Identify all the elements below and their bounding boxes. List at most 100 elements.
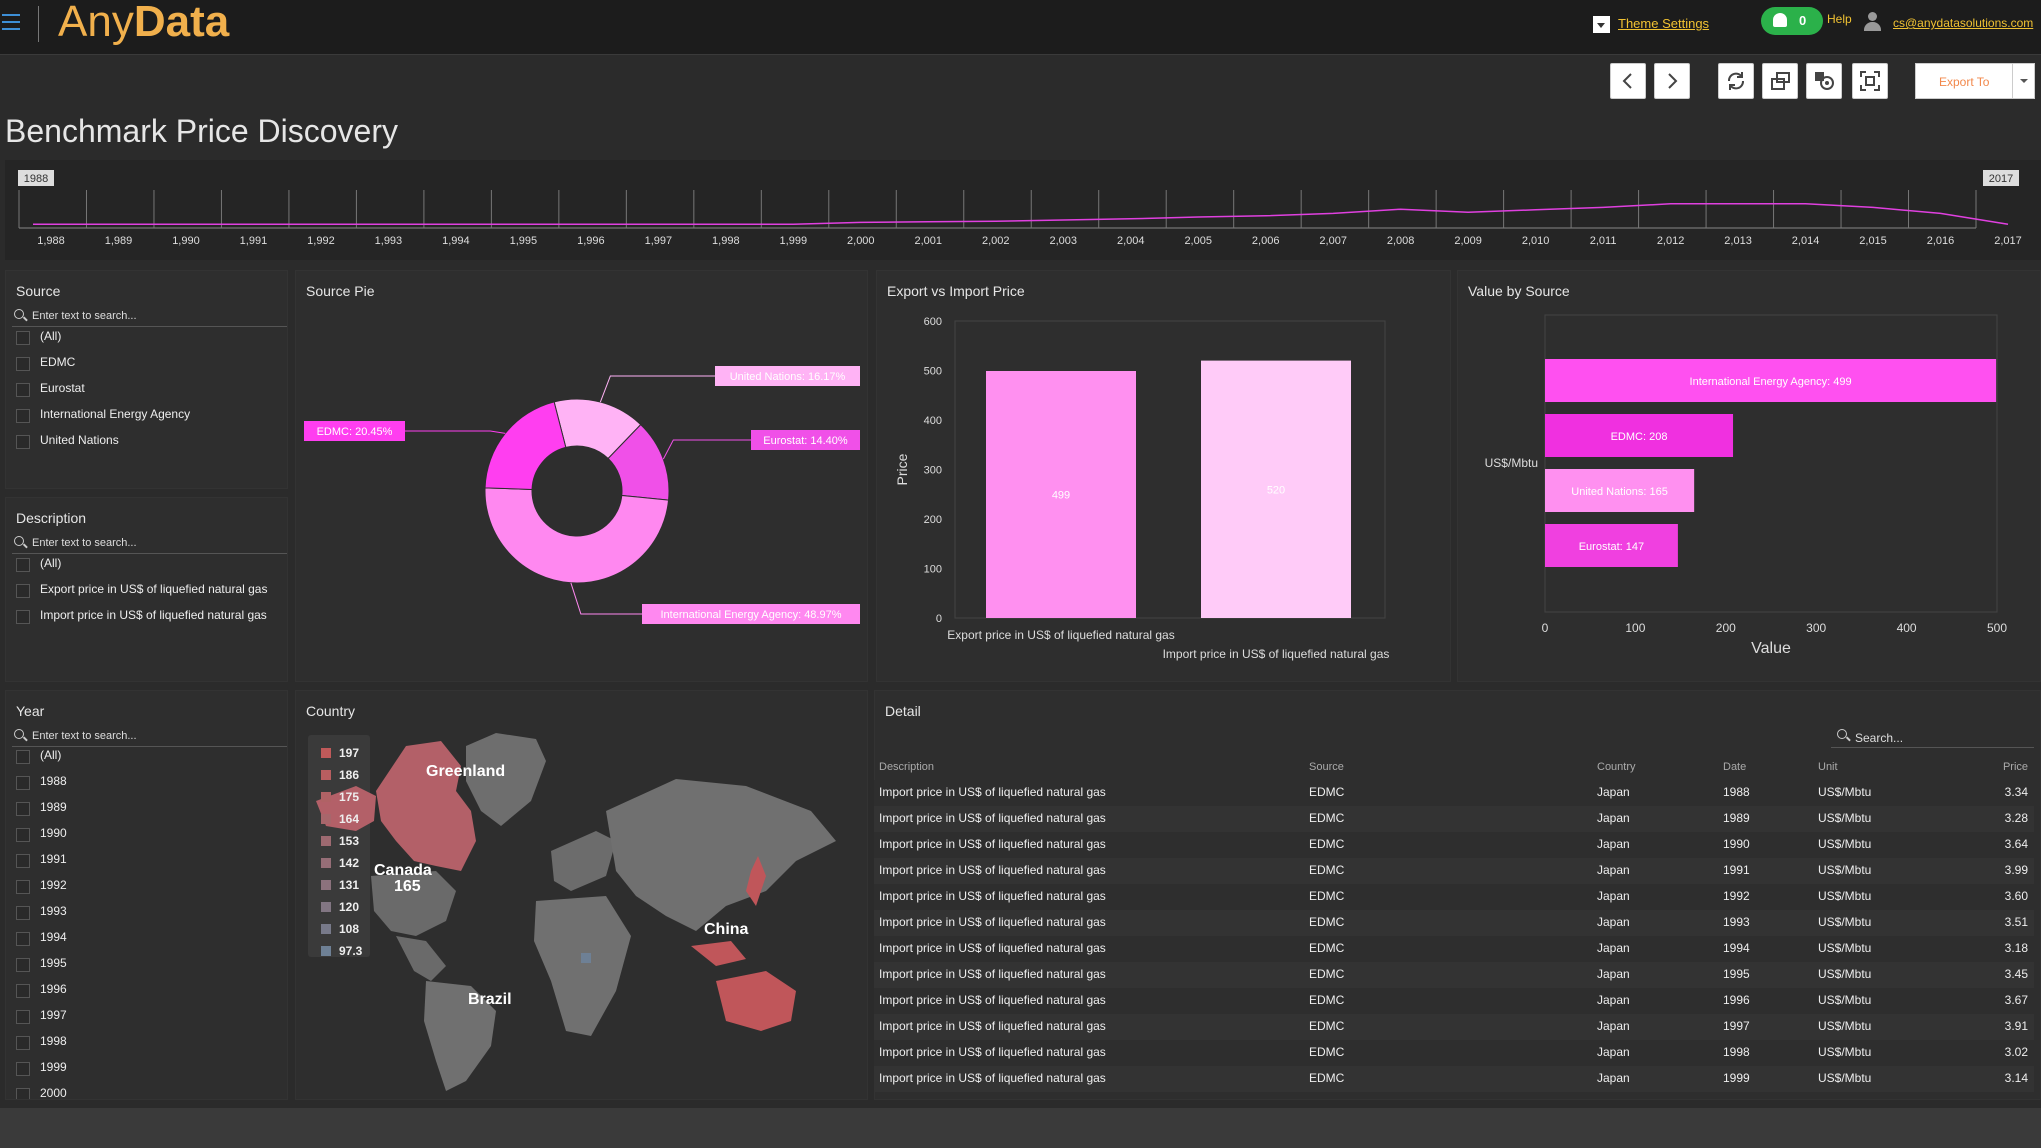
column-header-date[interactable]: Date [1723,761,1746,773]
pie-slice[interactable] [484,487,670,584]
year-filter-item[interactable]: 1993 [16,902,286,920]
africa-shape[interactable] [534,896,631,1036]
user-email-link[interactable]: cs@anydatasolutions.com [1893,16,2033,30]
equatorial-guinea-shape[interactable] [581,953,591,963]
description-filter-item[interactable]: Import price in US$ of liquefied natural… [16,606,286,624]
map-legend-item: 164 [321,812,359,826]
year-filter-item[interactable]: 1996 [16,980,286,998]
notifications-button[interactable]: 0 [1761,7,1823,35]
back-button[interactable] [1610,63,1646,99]
source-filter-item[interactable]: (All) [16,327,286,345]
year-filter-checkbox[interactable] [16,906,30,920]
settings-button[interactable] [1806,63,1842,99]
year-filter-checkbox[interactable] [16,880,30,894]
year-filter-item[interactable]: 1995 [16,954,286,972]
year-filter-checkbox[interactable] [16,802,30,816]
source-filter-checkbox[interactable] [16,331,30,345]
year-timeline[interactable]: 1,988 1,989 1,990 1,991 1,992 1,993 1,994 1,995… [5,160,2041,260]
year-filter-item[interactable]: 1999 [16,1058,286,1076]
table-row[interactable]: Import price in US$ of liquefied natural… [874,910,2034,936]
export-dropdown-icon[interactable] [2012,64,2035,98]
table-row[interactable]: Import price in US$ of liquefied natural… [874,806,2034,832]
table-row[interactable]: Import price in US$ of liquefied natural… [874,988,2034,1014]
pie-slice[interactable] [484,401,567,490]
source-filter-item[interactable]: Eurostat [16,379,286,397]
refresh-button[interactable] [1718,63,1754,99]
year-filter-item[interactable]: 1988 [16,772,286,790]
table-row[interactable]: Import price in US$ of liquefied natural… [874,936,2034,962]
source-filter-item[interactable]: United Nations [16,431,286,449]
column-header-price[interactable]: Price [2003,761,2028,773]
asia-shape[interactable] [606,779,836,931]
source-filter-item[interactable]: International Energy Agency [16,405,286,423]
forward-button[interactable] [1654,63,1690,99]
year-filter-checkbox[interactable] [16,776,30,790]
mexico-shape[interactable] [396,936,446,981]
year-search-input[interactable]: Enter text to search... [12,727,287,747]
column-header-description[interactable]: Description [879,761,934,773]
export-to-button[interactable]: Export To [1915,63,2035,99]
theme-settings-link[interactable]: Theme Settings [1618,16,1709,31]
table-row[interactable]: Import price in US$ of liquefied natural… [874,1014,2034,1040]
table-row[interactable]: Import price in US$ of liquefied natural… [874,832,2034,858]
year-filter-checkbox[interactable] [16,750,30,764]
canada-shape[interactable] [376,741,476,871]
australia-shape[interactable] [716,971,796,1031]
year-filter-item[interactable]: 1991 [16,850,286,868]
table-row[interactable]: Import price in US$ of liquefied natural… [874,780,2034,806]
description-filter-checkbox[interactable] [16,558,30,572]
fullscreen-button[interactable] [1852,63,1888,99]
source-filter-checkbox[interactable] [16,435,30,449]
user-icon[interactable] [1864,12,1881,32]
source-filter-item[interactable]: EDMC [16,353,286,371]
description-filter-checkbox[interactable] [16,610,30,624]
year-filter-item[interactable]: 1990 [16,824,286,842]
europe-shape[interactable] [551,831,616,891]
year-filter-item[interactable]: 1994 [16,928,286,946]
layout-button[interactable] [1762,63,1798,99]
source-filter-checkbox[interactable] [16,357,30,371]
world-map[interactable]: Greenland Canada 165 China Brazil [296,691,868,1100]
description-filter-item[interactable]: (All) [16,554,286,572]
description-search-input[interactable]: Enter text to search... [12,534,287,554]
column-header-unit[interactable]: Unit [1818,761,1838,773]
table-row[interactable]: Import price in US$ of liquefied natural… [874,1066,2034,1092]
table-row[interactable]: Import price in US$ of liquefied natural… [874,884,2034,910]
value-by-source-chart[interactable]: 0 100 200 300 400 500 Value US$/Mbtu Internation… [1458,271,2041,683]
indonesia-shape[interactable] [691,941,746,966]
description-filter-checkbox[interactable] [16,584,30,598]
source-search-input[interactable]: Enter text to search... [12,307,287,327]
table-cell-source: EDMC [1309,1019,1345,1033]
year-filter-checkbox[interactable] [16,932,30,946]
year-filter-checkbox[interactable] [16,1062,30,1076]
column-header-country[interactable]: Country [1597,761,1636,773]
year-filter-checkbox[interactable] [16,1088,30,1099]
source-pie-chart[interactable]: United Nations: 16.17% Eurostat: 14.40% In… [296,271,869,683]
detail-search-input[interactable]: Search... [1831,724,2034,748]
table-row[interactable]: Import price in US$ of liquefied natural… [874,858,2034,884]
table-row[interactable]: Import price in US$ of liquefied natural… [874,1040,2034,1066]
year-filter-item[interactable]: 1992 [16,876,286,894]
year-filter-label: 1997 [40,1008,67,1022]
table-row[interactable]: Import price in US$ of liquefied natural… [874,962,2034,988]
export-import-chart[interactable]: 0 100 200 300 400 500 600 Price 499 Export price … [877,271,1452,683]
year-filter-checkbox[interactable] [16,984,30,998]
year-filter-checkbox[interactable] [16,958,30,972]
year-filter-item[interactable]: 1997 [16,1006,286,1024]
theme-dropdown-icon[interactable] [1593,16,1610,33]
source-filter-checkbox[interactable] [16,383,30,397]
menu-icon[interactable] [2,14,20,30]
description-filter-item[interactable]: Export price in US$ of liquefied natural… [16,580,286,598]
year-filter-item[interactable]: 2000 [16,1084,286,1099]
year-filter-checkbox[interactable] [16,1010,30,1024]
year-filter-item[interactable]: 1989 [16,798,286,816]
year-filter-item[interactable]: 1998 [16,1032,286,1050]
year-filter-item[interactable]: (All) [16,746,286,764]
source-filter-checkbox[interactable] [16,409,30,423]
help-link[interactable]: Help [1827,12,1852,26]
year-filter-checkbox[interactable] [16,854,30,868]
year-filter-checkbox[interactable] [16,828,30,842]
timeline-chart[interactable]: 1,988 1,989 1,990 1,991 1,992 1,993 1,994 1,995… [5,160,2041,260]
year-filter-checkbox[interactable] [16,1036,30,1050]
column-header-source[interactable]: Source [1309,761,1344,773]
